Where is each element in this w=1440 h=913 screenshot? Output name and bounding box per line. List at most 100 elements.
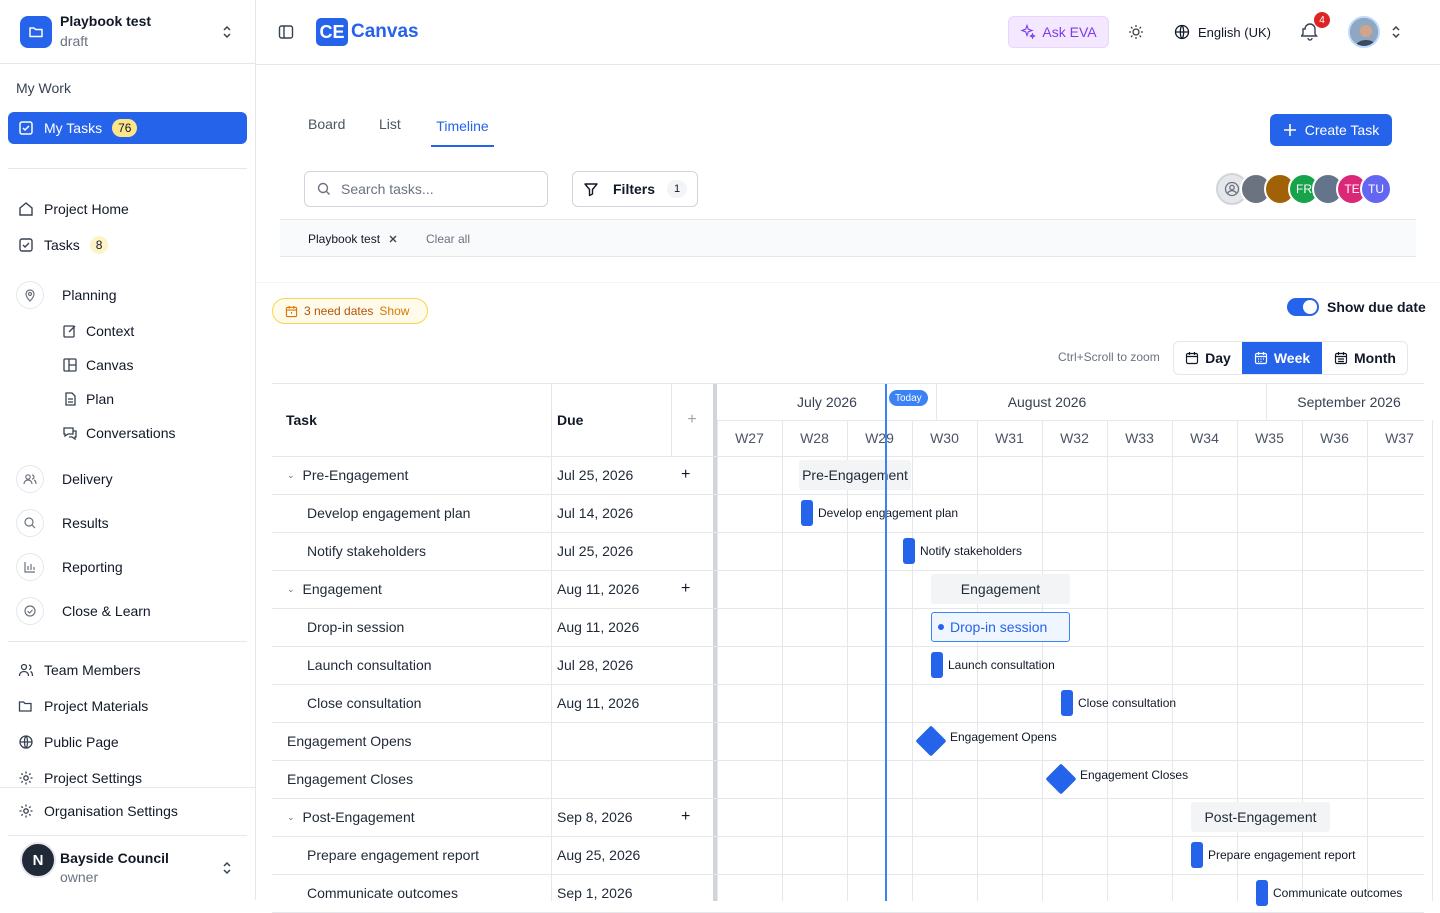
column-header-due[interactable]: Due	[557, 384, 583, 456]
sidebar-item-delivery[interactable]: Delivery	[62, 471, 113, 487]
sidebar-item-project-materials[interactable]: Project Materials	[8, 690, 247, 722]
table-row-task[interactable]: Engagement Closes	[287, 760, 413, 798]
zoom-day-button[interactable]: Day	[1174, 342, 1242, 374]
need-dates-show-link[interactable]: Show	[379, 304, 409, 318]
table-row-task[interactable]: Drop-in session	[307, 608, 404, 646]
sidebar-item-project-home[interactable]: Project Home	[8, 193, 247, 225]
month-divider	[936, 384, 937, 420]
week-label: W32	[1060, 430, 1089, 446]
gantt-group-bar[interactable]: Post-Engagement	[1191, 802, 1330, 832]
row-divider	[272, 798, 1424, 799]
gantt-task-bar[interactable]	[1191, 842, 1203, 868]
gantt-task-bar[interactable]	[1061, 690, 1073, 716]
sidebar-subitem-conversations[interactable]: Conversations	[62, 421, 176, 445]
row-divider	[272, 722, 1424, 723]
task-name: Pre-Engagement	[302, 467, 409, 483]
gantt-task-bar[interactable]	[931, 652, 943, 678]
table-row-task[interactable]: Communicate outcomes	[307, 874, 458, 912]
sidebar-item-public-page[interactable]: Public Page	[8, 726, 247, 758]
ask-eva-button[interactable]: Ask EVA	[1008, 16, 1109, 48]
close-icon[interactable]	[388, 234, 398, 244]
filters-button[interactable]: Filters 1	[572, 171, 698, 207]
gantt-group-bar[interactable]: Engagement	[931, 574, 1070, 604]
add-column-button[interactable]: +	[672, 384, 712, 456]
sidebar-item-label: Team Members	[44, 662, 141, 678]
search-input[interactable]: Search tasks...	[304, 171, 548, 207]
calendar-icon	[1186, 352, 1199, 365]
sidebar-item-label: Project Home	[44, 201, 129, 217]
week-label: W33	[1125, 430, 1154, 446]
chevron-updown-icon[interactable]	[1390, 24, 1402, 40]
project-switcher[interactable]: Playbook test draft	[0, 0, 255, 64]
table-row-due: Aug 11, 2026	[557, 695, 640, 711]
sidebar-subitem-plan[interactable]: Plan	[62, 387, 114, 411]
chevron-down-icon[interactable]: ⌄	[287, 584, 295, 595]
sun-icon[interactable]	[1126, 22, 1146, 42]
sidebar-item-label: Public Page	[44, 734, 119, 750]
team-avatar[interactable]: TU	[1360, 173, 1392, 205]
create-task-button[interactable]: Create Task	[1270, 114, 1392, 146]
chevron-down-icon[interactable]: ⌄	[287, 470, 295, 481]
table-row-task[interactable]: Close consultation	[307, 684, 421, 722]
show-due-date-label: Show due date	[1327, 299, 1426, 315]
language-label: English (UK)	[1198, 24, 1271, 40]
sidebar-item-my-tasks[interactable]: My Tasks 76	[8, 112, 247, 144]
table-row-task[interactable]: Notify stakeholders	[307, 532, 426, 570]
sidebar-subitem-context[interactable]: Context	[62, 319, 134, 343]
gantt-group-bar[interactable]: Pre-Engagement	[799, 460, 911, 490]
table-row-task[interactable]: ⌄ Engagement	[287, 570, 382, 608]
show-due-date-toggle[interactable]	[1287, 298, 1319, 316]
add-subtask-button[interactable]: +	[681, 456, 690, 494]
add-subtask-button[interactable]: +	[681, 570, 690, 608]
sidebar-item-label: Tasks	[44, 237, 80, 253]
filter-chip[interactable]: Playbook test	[308, 229, 398, 249]
table-row-task[interactable]: Engagement Opens	[287, 722, 412, 760]
language-selector[interactable]: English (UK)	[1174, 16, 1271, 48]
gantt-milestone[interactable]	[1045, 763, 1077, 795]
task-name: Develop engagement plan	[307, 505, 471, 521]
zoom-week-button[interactable]: Week	[1242, 342, 1322, 374]
sidebar-item-project-settings[interactable]: Project Settings	[8, 762, 247, 794]
tab-list[interactable]: List	[379, 106, 401, 141]
zoom-month-button[interactable]: Month	[1322, 342, 1407, 374]
chevron-down-icon[interactable]: ⌄	[287, 812, 295, 823]
organisation-switcher[interactable]: N Bayside Council owner	[0, 836, 255, 900]
sidebar-item-tasks[interactable]: Tasks 8	[8, 229, 247, 261]
table-row-task[interactable]: Launch consultation	[307, 646, 432, 684]
clear-all-link[interactable]: Clear all	[426, 229, 470, 249]
top-bar: CE Canvas Ask EVA English (UK) 4	[256, 0, 1440, 65]
app-logo[interactable]: CE Canvas	[316, 15, 419, 49]
need-dates-pill[interactable]: 3 need dates Show	[272, 298, 428, 324]
sidebar-item-organisation-settings[interactable]: Organisation Settings	[8, 795, 247, 827]
table-row-due: Aug 25, 2026	[557, 847, 641, 863]
table-row-task[interactable]: Develop engagement plan	[307, 494, 470, 532]
gantt-task-label: Communicate outcomes	[1273, 886, 1403, 900]
user-avatar[interactable]	[1348, 16, 1380, 48]
sidebar-toggle-icon[interactable]	[276, 22, 296, 42]
sidebar-item-results[interactable]: Results	[62, 515, 109, 531]
row-divider	[272, 684, 1424, 685]
gantt-task-bar[interactable]	[801, 500, 813, 526]
week-label: W28	[800, 430, 829, 446]
sidebar-item-close-learn[interactable]: Close & Learn	[62, 603, 151, 619]
add-subtask-button[interactable]: +	[681, 798, 690, 836]
sidebar-item-reporting[interactable]: Reporting	[62, 559, 123, 575]
tab-timeline[interactable]: Timeline	[431, 106, 494, 147]
gantt-milestone[interactable]	[915, 725, 947, 757]
task-name: Prepare engagement report	[307, 847, 479, 863]
gantt-task-bar[interactable]	[903, 538, 915, 564]
folder-open-icon	[18, 698, 34, 714]
need-dates-label: 3 need dates	[304, 304, 374, 318]
sidebar-subitem-canvas[interactable]: Canvas	[62, 353, 133, 377]
table-row-task[interactable]: ⌄ Post-Engagement	[287, 798, 415, 836]
search-icon	[317, 182, 330, 195]
gantt-task-bar-selected[interactable]: Drop-in session	[931, 612, 1070, 642]
column-header-task[interactable]: Task	[286, 384, 317, 456]
tab-board[interactable]: Board	[308, 106, 345, 141]
table-row-task[interactable]: Prepare engagement report	[307, 836, 479, 874]
sidebar-item-team-members[interactable]: Team Members	[8, 654, 247, 686]
gantt-task-bar[interactable]	[1256, 880, 1268, 906]
table-row-task[interactable]: ⌄ Pre-Engagement	[287, 456, 408, 494]
sidebar-item-planning[interactable]: Planning	[62, 287, 117, 303]
table-row-due: Aug 11, 2026	[557, 619, 640, 635]
